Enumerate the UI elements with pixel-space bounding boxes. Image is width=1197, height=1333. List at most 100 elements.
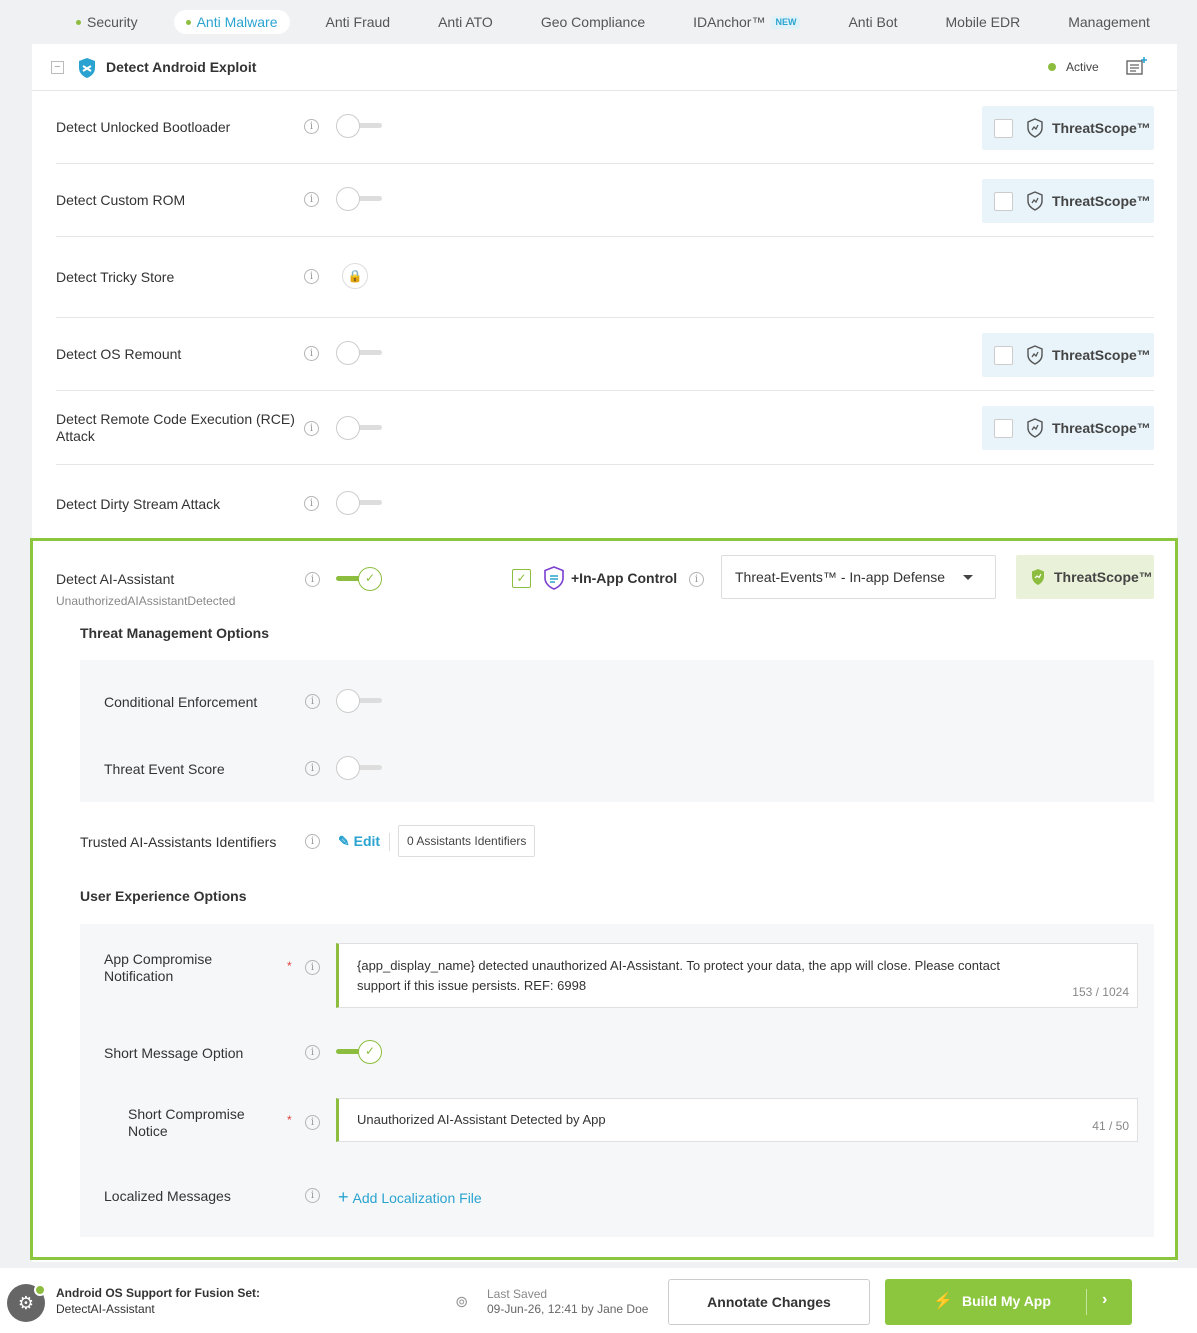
char-counter: 41 / 50 xyxy=(1092,1119,1129,1133)
detection-row-unlocked-bootloader: Detect Unlocked Bootloader i ThreatScope… xyxy=(56,91,1154,164)
info-icon[interactable]: i xyxy=(305,960,320,975)
tab-anti-bot[interactable]: Anti Bot xyxy=(836,10,909,34)
info-icon[interactable]: i xyxy=(689,572,704,587)
threatscope-label: ThreatScope™ xyxy=(1052,347,1151,363)
plus-icon: + xyxy=(338,1187,349,1207)
info-icon[interactable]: i xyxy=(305,694,320,709)
info-icon[interactable]: i xyxy=(304,192,319,207)
enable-toggle[interactable] xyxy=(336,491,382,515)
build-my-app-button[interactable]: ⚡ Build My App › xyxy=(885,1279,1132,1325)
short-message-toggle[interactable]: ✓ xyxy=(336,1040,382,1064)
tab-anti-ato[interactable]: Anti ATO xyxy=(426,10,505,34)
notification-textarea[interactable]: {app_display_name} detected unauthorized… xyxy=(336,943,1138,1008)
tab-label: Anti ATO xyxy=(438,14,493,30)
info-icon[interactable]: i xyxy=(304,496,319,511)
in-app-control-checkbox[interactable]: ✓ xyxy=(512,569,531,588)
row-label: Detect Remote Code Execution (RCE) Attac… xyxy=(56,411,295,444)
short-notice-input[interactable]: Unauthorized AI-Assistant Detected by Ap… xyxy=(336,1098,1138,1142)
new-badge: NEW xyxy=(771,15,801,29)
info-icon[interactable]: i xyxy=(304,346,319,361)
edit-button[interactable]: ✎ Edit xyxy=(338,833,380,850)
tab-label: Security xyxy=(87,14,138,30)
in-app-control-label[interactable]: +In-App Control xyxy=(571,570,677,586)
user-experience-heading: User Experience Options xyxy=(80,888,247,904)
add-localization-label: Add Localization File xyxy=(352,1190,482,1206)
tab-management[interactable]: Management xyxy=(1056,10,1162,34)
info-icon[interactable]: i xyxy=(305,1188,320,1203)
info-icon[interactable]: i xyxy=(305,834,320,849)
toggle-knob xyxy=(336,756,360,780)
enable-toggle[interactable] xyxy=(336,187,382,211)
android-shield-icon xyxy=(79,58,95,78)
detection-row-dirty-stream: Detect Dirty Stream Attack i xyxy=(56,465,1154,537)
conditional-enforcement-toggle[interactable] xyxy=(336,689,382,713)
enable-toggle[interactable] xyxy=(336,341,382,365)
threatscope-label: ThreatScope™ xyxy=(1054,569,1153,585)
threatscope-shield-icon xyxy=(1027,345,1043,365)
tab-mobile-edr[interactable]: Mobile EDR xyxy=(934,10,1033,34)
top-tabs: Security Anti Malware Anti Fraud Anti AT… xyxy=(0,0,1197,44)
threatscope-button[interactable]: ThreatScope™ xyxy=(982,333,1154,377)
threatscope-shield-icon xyxy=(1027,191,1043,211)
threat-event-score-label: Threat Event Score xyxy=(104,761,225,777)
info-icon[interactable]: i xyxy=(304,119,319,134)
threatscope-checkbox[interactable] xyxy=(994,418,1013,438)
threatscope-shield-icon xyxy=(1027,418,1043,438)
row-label: Detect Dirty Stream Attack xyxy=(56,496,221,512)
short-notice-text: Unauthorized AI-Assistant Detected by Ap… xyxy=(357,1112,606,1127)
threatscope-button[interactable]: ThreatScope™ xyxy=(1016,555,1154,599)
threatscope-shield-icon xyxy=(1032,569,1044,585)
row-label: Detect Unlocked Bootloader xyxy=(56,119,231,135)
enable-toggle[interactable] xyxy=(336,416,382,440)
enable-toggle[interactable] xyxy=(336,114,382,138)
toggle-knob: ✓ xyxy=(358,1040,382,1064)
lock-icon: 🔒 xyxy=(342,263,368,289)
tab-geo-compliance[interactable]: Geo Compliance xyxy=(529,10,657,34)
chevron-right-icon[interactable]: › xyxy=(1102,1291,1107,1309)
footer-bar: ⚙ Android OS Support for Fusion Set: Det… xyxy=(0,1268,1197,1333)
threatscope-checkbox[interactable] xyxy=(994,345,1013,365)
threatscope-label: ThreatScope™ xyxy=(1052,120,1151,136)
trusted-identifiers-label: Trusted AI-Assistants Identifiers xyxy=(80,834,277,850)
tab-anti-malware[interactable]: Anti Malware xyxy=(173,10,290,34)
threatscope-button[interactable]: ThreatScope™ xyxy=(982,179,1154,223)
detection-row-rce-attack: Detect Remote Code Execution (RCE) Attac… xyxy=(56,391,1154,465)
info-icon[interactable]: i xyxy=(304,421,319,436)
add-note-icon[interactable] xyxy=(1126,56,1148,76)
chevron-down-icon xyxy=(963,575,973,580)
threatscope-button[interactable]: ThreatScope™ xyxy=(982,406,1154,450)
threatscope-button[interactable]: ThreatScope™ xyxy=(982,106,1154,150)
info-icon[interactable]: i xyxy=(305,761,320,776)
status-dot xyxy=(185,19,191,25)
tab-anti-fraud[interactable]: Anti Fraud xyxy=(314,10,403,34)
threat-events-select[interactable]: Threat-Events™ - In-app Defense xyxy=(721,555,996,599)
annotate-changes-button[interactable]: Annotate Changes xyxy=(668,1279,870,1325)
last-saved-value: 09-Jun-26, 12:41 by Jane Doe xyxy=(487,1302,649,1316)
info-icon[interactable]: i xyxy=(305,1115,320,1130)
detection-row-tricky-store: Detect Tricky Store i 🔒 xyxy=(56,237,1154,318)
enable-toggle[interactable]: ✓ xyxy=(336,567,382,591)
tab-security[interactable]: Security xyxy=(64,10,150,34)
info-icon[interactable]: i xyxy=(305,1045,320,1060)
info-icon[interactable]: i xyxy=(305,572,320,587)
select-value: Threat-Events™ - In-app Defense xyxy=(735,569,946,585)
info-icon[interactable]: i xyxy=(304,269,319,284)
tab-label: Anti Fraud xyxy=(325,14,391,30)
build-icon: ⚡ xyxy=(933,1293,953,1310)
threatscope-checkbox[interactable] xyxy=(994,191,1013,211)
status-dot xyxy=(76,19,81,25)
short-message-option-label: Short Message Option xyxy=(104,1045,244,1061)
add-localization-button[interactable]: + Add Localization File xyxy=(338,1187,482,1208)
toggle-knob xyxy=(336,416,360,440)
threatscope-label: ThreatScope™ xyxy=(1052,193,1151,209)
threat-event-score-toggle[interactable] xyxy=(336,756,382,780)
ai-assistant-section: Detect AI-Assistant UnauthorizedAIAssist… xyxy=(30,538,1178,1260)
tab-idanchor[interactable]: IDAnchor™ NEW xyxy=(681,10,812,34)
user-experience-box: App Compromise Notification * i {app_dis… xyxy=(80,924,1154,1237)
divider xyxy=(389,833,390,851)
localized-messages-label: Localized Messages xyxy=(104,1188,231,1204)
footer-title: Android OS Support for Fusion Set: xyxy=(56,1286,260,1300)
notification-text: {app_display_name} detected unauthorized… xyxy=(357,958,1000,993)
threatscope-checkbox[interactable] xyxy=(994,118,1013,138)
collapse-icon[interactable]: − xyxy=(51,61,64,74)
